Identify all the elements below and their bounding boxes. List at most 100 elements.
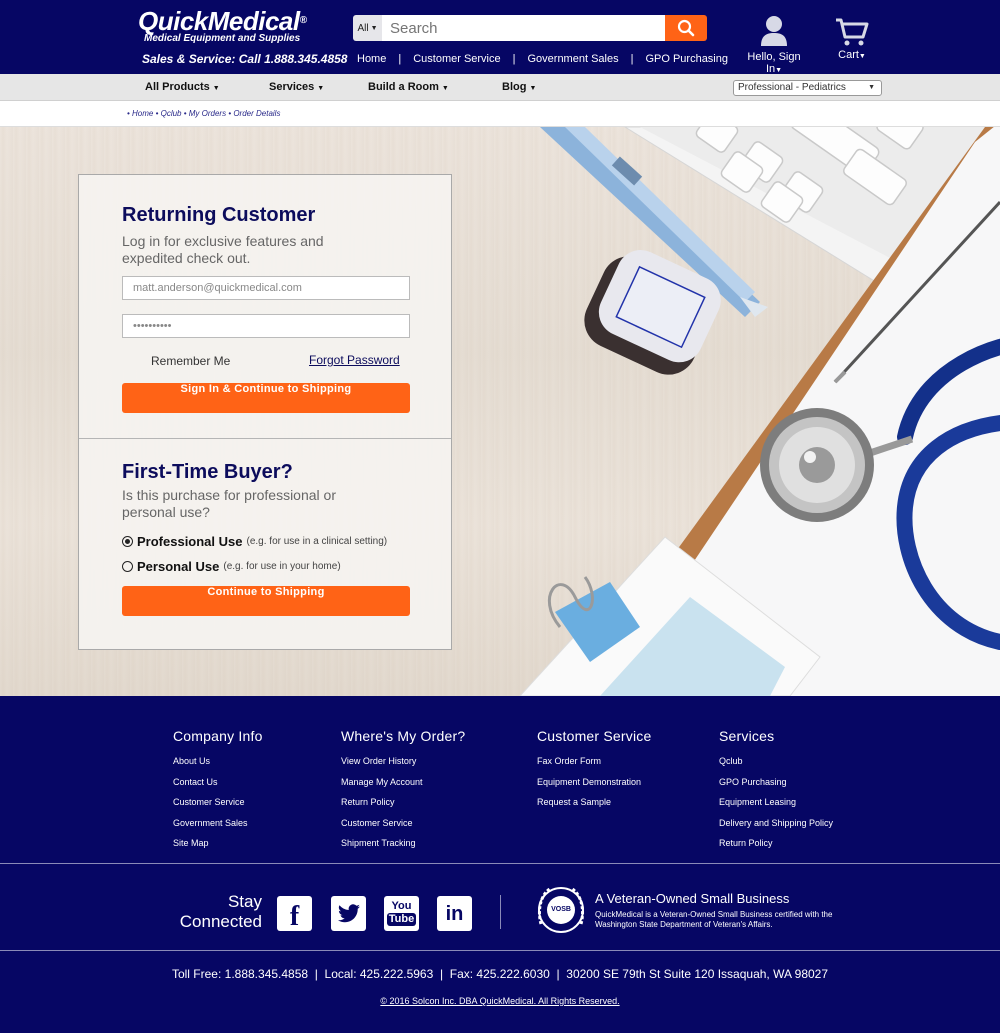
breadcrumb[interactable]: • Home • Qclub • My Orders • Order Detai… bbox=[127, 109, 280, 118]
radio-selected-icon bbox=[122, 536, 133, 547]
footer-link[interactable]: Customer Service bbox=[173, 797, 263, 807]
footer-link[interactable]: Equipment Leasing bbox=[719, 797, 833, 807]
stay-connected-label: Stay Connected bbox=[172, 892, 262, 932]
footer-link[interactable]: Site Map bbox=[173, 838, 263, 848]
returning-customer-title: Returning Customer bbox=[122, 204, 316, 226]
vertical-divider bbox=[500, 895, 501, 929]
chevron-down-icon: ▼ bbox=[775, 67, 783, 74]
continue-to-shipping-button[interactable]: Continue to Shipping bbox=[122, 586, 410, 616]
footer-link[interactable]: Qclub bbox=[719, 756, 833, 766]
radio-professional-use[interactable]: Professional Use (e.g. for use in a clin… bbox=[122, 534, 387, 549]
account-menu[interactable]: Hello, Sign In▼ bbox=[738, 15, 810, 75]
remember-me-label[interactable]: Remember Me bbox=[151, 354, 230, 368]
footer-link[interactable]: Customer Service bbox=[341, 818, 465, 828]
nav-label: Blog bbox=[502, 81, 527, 93]
footer-link[interactable]: Manage My Account bbox=[341, 777, 465, 787]
nav-services[interactable]: Services ▼ bbox=[269, 81, 324, 93]
nav-all-products[interactable]: All Products ▼ bbox=[145, 81, 220, 93]
linkedin-icon[interactable]: in bbox=[437, 896, 472, 931]
cart-icon bbox=[836, 18, 869, 46]
login-panel: Returning Customer Log in for exclusive … bbox=[78, 174, 452, 650]
copyright[interactable]: © 2016 Solcon Inc. DBA QuickMedical. All… bbox=[0, 996, 1000, 1006]
stay-line: Connected bbox=[179, 912, 262, 931]
forgot-password-link[interactable]: Forgot Password bbox=[309, 353, 400, 367]
footer-link[interactable]: Delivery and Shipping Policy bbox=[719, 818, 833, 828]
youtube-icon-bottom: Tube bbox=[386, 913, 417, 926]
search-input[interactable] bbox=[382, 15, 665, 41]
footer-link[interactable]: View Order History bbox=[341, 756, 465, 766]
footer-col-title: Customer Service bbox=[537, 728, 652, 744]
footer-link[interactable]: About Us bbox=[173, 756, 263, 766]
radio-personal-use[interactable]: Personal Use (e.g. for use in your home) bbox=[122, 559, 341, 574]
panel-divider bbox=[79, 438, 451, 439]
returning-customer-subtitle: Log in for exclusive features and expedi… bbox=[122, 233, 324, 266]
top-link-government-sales[interactable]: Government Sales bbox=[527, 53, 618, 65]
logo[interactable]: QuickMedical® Medical Equipment and Supp… bbox=[138, 8, 328, 44]
password-field[interactable] bbox=[122, 314, 410, 338]
footer-link[interactable]: Request a Sample bbox=[537, 797, 651, 807]
account-label: Hello, Sign In bbox=[747, 51, 801, 75]
search-icon bbox=[677, 19, 695, 37]
footer-link[interactable]: Government Sales bbox=[173, 818, 263, 828]
nav-label: Build a Room bbox=[368, 81, 439, 93]
nav-label: Services bbox=[269, 81, 315, 93]
footer-link[interactable]: Shipment Tracking bbox=[341, 838, 465, 848]
cart-label: Cart bbox=[838, 49, 859, 61]
footer-link[interactable]: Equipment Demonstration bbox=[537, 777, 651, 787]
chevron-down-icon: ▼ bbox=[441, 85, 449, 92]
profile-select-value: Professional - Pediatrics bbox=[738, 82, 846, 93]
top-link-customer-service[interactable]: Customer Service bbox=[413, 53, 500, 65]
vosb-title: A Veteran-Owned Small Business bbox=[595, 891, 790, 906]
chevron-down-icon: ▼ bbox=[212, 85, 220, 92]
youtube-icon[interactable]: You Tube bbox=[384, 896, 419, 931]
footer-divider bbox=[0, 863, 1000, 864]
twitter-icon[interactable] bbox=[331, 896, 366, 931]
youtube-icon-top: You bbox=[391, 900, 412, 912]
stay-line: Stay bbox=[227, 892, 262, 911]
site-footer: Company Info About Us Contact Us Custome… bbox=[0, 696, 1000, 1033]
facebook-icon[interactable]: f bbox=[277, 896, 312, 932]
logo-tagline: Medical Equipment and Supplies bbox=[144, 33, 301, 44]
nav-blog[interactable]: Blog ▼ bbox=[502, 81, 536, 93]
radio-note: (e.g. for use in your home) bbox=[223, 561, 341, 572]
radio-unselected-icon bbox=[122, 561, 133, 572]
chevron-down-icon: ▼ bbox=[868, 84, 875, 91]
footer-col-customer-service: Customer Service Fax Order Form Equipmen… bbox=[537, 728, 651, 818]
radio-label: Professional Use bbox=[137, 534, 243, 549]
separator: | bbox=[398, 53, 402, 65]
search-bar: All ▼ bbox=[353, 15, 707, 41]
chevron-down-icon: ▼ bbox=[858, 53, 866, 60]
user-icon bbox=[761, 16, 787, 46]
sales-phone: Sales & Service: Call 1.888.345.4858 bbox=[142, 52, 348, 66]
top-link-gpo-purchasing[interactable]: GPO Purchasing bbox=[645, 53, 728, 65]
first-time-buyer-title: First-Time Buyer? bbox=[122, 461, 293, 483]
search-category-select[interactable]: All ▼ bbox=[353, 15, 382, 41]
sign-in-button[interactable]: Sign In & Continue to Shipping bbox=[122, 383, 410, 413]
search-button[interactable] bbox=[665, 15, 707, 41]
top-links: Home | Customer Service | Government Sales… bbox=[357, 53, 728, 65]
site-header: QuickMedical® Medical Equipment and Supp… bbox=[0, 0, 1000, 75]
footer-link[interactable]: Return Policy bbox=[341, 797, 465, 807]
search-category-label: All bbox=[357, 22, 369, 34]
vosb-badge-text: VOSB bbox=[551, 906, 571, 913]
footer-link[interactable]: Return Policy bbox=[719, 838, 833, 848]
profile-select[interactable]: Professional - Pediatrics ▼ bbox=[733, 80, 882, 96]
logo-name: QuickMedical bbox=[138, 6, 300, 36]
vosb-description: QuickMedical is a Veteran-Owned Small Bu… bbox=[595, 910, 833, 929]
nav-build-a-room[interactable]: Build a Room ▼ bbox=[368, 81, 449, 93]
footer-link[interactable]: GPO Purchasing bbox=[719, 777, 833, 787]
breadcrumb-bar: • Home • Qclub • My Orders • Order Detai… bbox=[0, 101, 1000, 127]
email-field[interactable] bbox=[122, 276, 410, 300]
nav-label: All Products bbox=[145, 81, 210, 93]
first-time-buyer-subtitle: Is this purchase for professional or per… bbox=[122, 487, 336, 520]
chevron-down-icon: ▼ bbox=[370, 24, 378, 32]
chevron-down-icon: ▼ bbox=[317, 85, 325, 92]
footer-link[interactable]: Contact Us bbox=[173, 777, 263, 787]
top-link-home[interactable]: Home bbox=[357, 53, 386, 65]
logo-reg: ® bbox=[299, 15, 307, 26]
cart-button[interactable]: Cart▼ bbox=[832, 17, 872, 61]
footer-link[interactable]: Fax Order Form bbox=[537, 756, 651, 766]
chevron-down-icon: ▼ bbox=[529, 85, 537, 92]
separator: | bbox=[512, 53, 516, 65]
radio-label: Personal Use bbox=[137, 559, 220, 574]
